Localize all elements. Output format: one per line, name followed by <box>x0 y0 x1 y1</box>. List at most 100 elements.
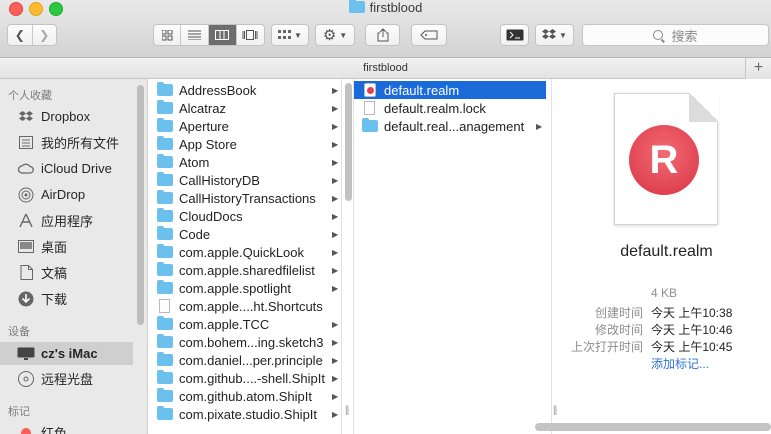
chevron-down-icon: ▼ <box>294 30 302 40</box>
sidebar-item-label: 下载 <box>41 292 68 307</box>
item-name: Code <box>179 226 211 242</box>
edit-tags-button[interactable] <box>411 24 447 46</box>
search-icon <box>653 30 664 40</box>
dropbox-icon <box>542 29 557 39</box>
folder-icon <box>157 316 173 330</box>
folder-row[interactable]: CloudDocs ▶ <box>149 207 341 225</box>
document-icon <box>17 265 35 281</box>
disclosure-arrow-icon: ▶ <box>332 373 339 383</box>
folder-row[interactable]: com.bohem...ing.sketch3 ▶ <box>149 333 341 351</box>
item-name: com.github.atom.ShipIt <box>179 388 312 404</box>
arrange-button[interactable]: ▼ <box>271 24 309 46</box>
folder-row[interactable]: CallHistoryDB ▶ <box>149 171 341 189</box>
disclosure-arrow-icon: ▶ <box>332 211 339 221</box>
search-field[interactable]: 搜索 <box>582 24 769 46</box>
document-corner <box>689 92 719 122</box>
preview-file-name: default.realm <box>620 243 713 260</box>
chevron-down-icon: ▼ <box>559 30 567 40</box>
sidebar-item-label: 应用程序 <box>41 214 94 229</box>
path-bar: firstblood <box>0 58 771 79</box>
sidebar-item-label: 红色 <box>41 426 68 434</box>
terminal-button[interactable] <box>500 24 529 46</box>
plus-icon: + <box>753 59 764 76</box>
disclosure-arrow-icon: ▶ <box>332 391 339 401</box>
item-name: com.apple.QuickLook <box>179 244 305 260</box>
imac-icon <box>17 346 35 362</box>
folder-row[interactable]: Alcatraz ▶ <box>149 99 341 117</box>
sidebar-item-label: Dropbox <box>41 109 91 124</box>
document-icon <box>159 299 170 313</box>
item-name: CloudDocs <box>179 208 243 224</box>
folder-row[interactable]: Atom ▶ <box>149 153 341 171</box>
arrange-grid-icon <box>278 30 292 39</box>
add-tab-button[interactable]: + <box>745 58 771 79</box>
folder-icon <box>157 262 173 276</box>
folder-row[interactable]: Code ▶ <box>149 225 341 243</box>
sidebar-item-imac[interactable]: cz's iMac <box>0 342 133 365</box>
disclosure-arrow-icon: ▶ <box>332 85 339 95</box>
horizontal-scrollbar[interactable] <box>535 423 771 431</box>
column-resize-handle[interactable]: || <box>553 405 557 416</box>
file-row[interactable]: com.apple....ht.Shortcuts <box>149 297 341 315</box>
folder-row[interactable]: com.github....-shell.ShipIt ▶ <box>149 369 341 387</box>
folder-row[interactable]: com.apple.QuickLook ▶ <box>149 243 341 261</box>
sidebar-item-dropbox[interactable]: Dropbox <box>0 105 136 128</box>
share-icon <box>377 28 388 42</box>
folder-icon <box>157 154 173 168</box>
folder-row[interactable]: default.real...anagement ▶ <box>354 117 546 135</box>
folder-icon <box>157 334 173 348</box>
sidebar-item-airdrop[interactable]: AirDrop <box>0 183 136 206</box>
folder-row[interactable]: Aperture ▶ <box>149 117 341 135</box>
item-name: AddressBook <box>179 82 257 98</box>
action-button[interactable]: ⚙ ▼ <box>315 24 355 46</box>
cover-flow-view-button[interactable] <box>237 25 264 45</box>
item-name: Alcatraz <box>179 100 226 116</box>
sidebar-item-tag-red[interactable]: 红色 <box>0 421 136 434</box>
sidebar: 个人收藏 Dropbox 我的所有文件 iCloud Drive AirDrop… <box>0 79 148 434</box>
sidebar-item-documents[interactable]: 文稿 <box>0 261 136 284</box>
sidebar-item-icloud-drive[interactable]: iCloud Drive <box>0 157 136 180</box>
sidebar-item-all-my-files[interactable]: 我的所有文件 <box>0 131 136 154</box>
sidebar-item-downloads[interactable]: 下载 <box>0 287 136 310</box>
folder-row[interactable]: AddressBook ▶ <box>149 81 341 99</box>
add-tags-link[interactable]: 添加标记... <box>651 355 709 372</box>
path-bar-label: firstblood <box>363 62 408 74</box>
sidebar-section-favorites: 个人收藏 <box>8 90 52 102</box>
folder-row[interactable]: com.pixate.studio.ShipIt ▶ <box>149 405 341 423</box>
column-view-icon <box>215 30 230 40</box>
column-view-button[interactable] <box>208 25 237 45</box>
item-name: default.realm <box>384 82 460 98</box>
sidebar-scrollbar[interactable] <box>137 85 144 325</box>
sidebar-item-applications[interactable]: 应用程序 <box>0 209 136 232</box>
folder-row[interactable]: com.github.atom.ShipIt ▶ <box>149 387 341 405</box>
folder-icon <box>157 226 173 240</box>
folder-row[interactable]: CallHistoryTransactions ▶ <box>149 189 341 207</box>
folder-row[interactable]: com.apple.sharedfilelist ▶ <box>149 261 341 279</box>
dropbox-menu-button[interactable]: ▼ <box>535 24 574 46</box>
icon-view-button[interactable] <box>154 25 182 45</box>
last-opened-label: 上次打开时间 <box>570 340 643 354</box>
folder-row[interactable]: com.daniel...per.principle ▶ <box>149 351 341 369</box>
window-title: firstblood <box>0 0 771 16</box>
created-label: 创建时间 <box>594 306 643 320</box>
cloud-icon <box>17 161 35 177</box>
list-view-button[interactable] <box>181 25 209 45</box>
folder-icon <box>157 208 173 222</box>
created-value: 今天 上午10:38 <box>651 306 733 320</box>
folder-row[interactable]: com.apple.spotlight ▶ <box>149 279 341 297</box>
disclosure-arrow-icon: ▶ <box>332 157 339 167</box>
folder-row[interactable]: com.apple.TCC ▶ <box>149 315 341 333</box>
sidebar-item-desktop[interactable]: 桌面 <box>0 235 136 258</box>
folder-row[interactable]: App Store ▶ <box>149 135 341 153</box>
share-button[interactable] <box>365 24 400 46</box>
disclosure-arrow-icon: ▶ <box>332 319 339 329</box>
folder-icon <box>157 136 173 150</box>
sidebar-item-remote-disc[interactable]: 远程光盘 <box>0 367 136 390</box>
item-name: Atom <box>179 154 210 170</box>
forward-button[interactable]: ❯ <box>33 25 57 45</box>
disclosure-arrow-icon: ▶ <box>332 193 339 203</box>
file-row[interactable]: default.realm <box>354 81 546 99</box>
disclosure-arrow-icon: ▶ <box>332 409 339 419</box>
back-button[interactable]: ❮ <box>8 25 33 45</box>
file-row[interactable]: default.realm.lock <box>354 99 546 117</box>
